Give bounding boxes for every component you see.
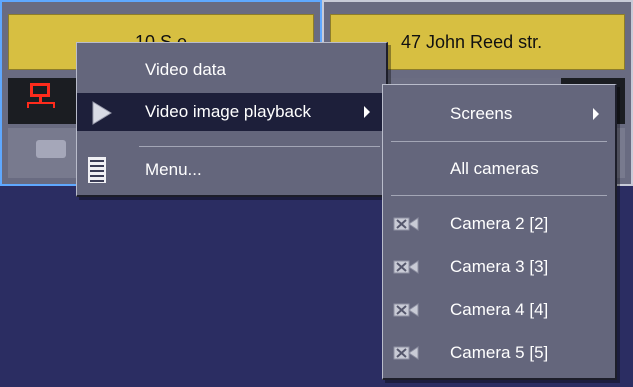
submenu-item-all-cameras[interactable]: All cameras [383, 150, 615, 188]
menu-item-video-playback[interactable]: Video image playback [77, 93, 386, 131]
network-icon [27, 83, 55, 108]
submenu-item-label: All cameras [450, 159, 539, 178]
menu-separator [139, 146, 380, 147]
submenu-item-label: Camera 4 [4] [450, 300, 549, 319]
chevron-right-icon [593, 108, 599, 120]
playback-submenu: Screens All cameras Camera 2 [2] Camera … [382, 84, 617, 380]
camera-crossed-icon [393, 217, 419, 231]
submenu-item-label: Camera 2 [2] [450, 214, 549, 233]
submenu-item-camera-4[interactable]: Camera 4 [4] [383, 291, 615, 329]
camera-crossed-icon [393, 346, 419, 360]
camera-crossed-icon [393, 260, 419, 274]
submenu-item-camera-5[interactable]: Camera 5 [5] [383, 334, 615, 372]
submenu-item-camera-3[interactable]: Camera 3 [3] [383, 248, 615, 286]
menu-item-video-data[interactable]: Video data [77, 51, 386, 89]
submenu-item-label: Camera 3 [3] [450, 257, 549, 276]
chevron-right-icon [364, 106, 370, 118]
menu-item-label: Menu... [145, 160, 202, 179]
context-menu: Video data Video image playback Menu... [76, 42, 388, 197]
submenu-item-label: Screens [450, 104, 513, 123]
submenu-separator [391, 141, 607, 142]
menu-item-menu[interactable]: Menu... [77, 151, 386, 189]
menu-item-label: Video image playback [145, 102, 312, 121]
submenu-separator [391, 195, 607, 196]
play-arrow-icon [92, 101, 112, 125]
camera-icon [36, 140, 66, 158]
submenu-item-screens[interactable]: Screens [383, 95, 615, 133]
submenu-item-camera-2[interactable]: Camera 2 [2] [383, 205, 615, 243]
submenu-item-label: Camera 5 [5] [450, 343, 549, 362]
document-list-icon [88, 157, 106, 183]
camera-crossed-icon [393, 303, 419, 317]
menu-item-label: Video data [145, 60, 226, 79]
